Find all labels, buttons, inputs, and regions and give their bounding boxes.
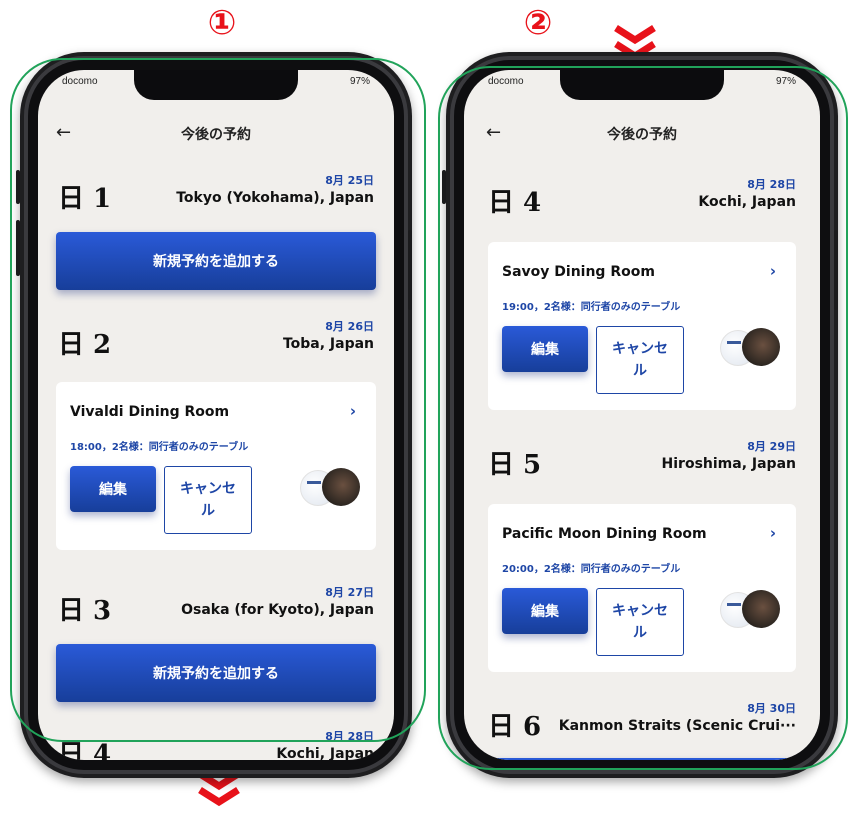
day-place: Kanmon Straits (Scenic Crui··· [558, 718, 796, 734]
screen-2: docomo 97% ← 今後の予約 日 4 8月 28日 Kochi, Jap… [464, 70, 820, 760]
reservation-card[interactable]: Pacific Moon Dining Room › 20:00，2名様：同行者… [488, 504, 796, 672]
cancel-button[interactable]: キャンセル [164, 466, 252, 534]
avatar [742, 328, 780, 366]
chevron-right-icon[interactable]: › [770, 524, 776, 542]
battery-status: 97% [775, 76, 796, 87]
cancel-button[interactable]: キャンセル [596, 588, 684, 656]
edit-button[interactable]: 編集 [502, 588, 588, 634]
day-place: Osaka (for Kyoto), Japan [181, 602, 374, 618]
add-reservation-button[interactable]: 新規予約を追加する [56, 644, 376, 702]
add-reservation-button[interactable]: 新規予約を追加する [56, 232, 376, 290]
edit-button[interactable]: 編集 [502, 326, 588, 372]
day-name: 日 4 [58, 740, 112, 760]
day-place: Kochi, Japan [276, 746, 374, 760]
cancel-button[interactable]: キャンセル [596, 326, 684, 394]
day-date: 8月 28日 [325, 730, 374, 743]
add-reservation-button[interactable] [488, 758, 796, 760]
reservation-card[interactable]: Savoy Dining Room › 19:00，2名様：同行者のみのテーブル… [488, 242, 796, 410]
avatar [742, 590, 780, 628]
reservation-detail: 18:00，2名様：同行者のみのテーブル [70, 442, 249, 453]
restaurant-name: Vivaldi Dining Room [70, 404, 230, 420]
day-name: 日 6 [488, 712, 542, 742]
day-date: 8月 27日 [325, 586, 374, 599]
day-name: 日 2 [58, 330, 112, 360]
day-header: 日 2 8月 26日 Toba, Japan [38, 304, 394, 374]
nav-bar: ← 今後の予約 [38, 114, 394, 154]
edit-button[interactable]: 編集 [70, 466, 156, 512]
restaurant-name: Pacific Moon Dining Room [502, 526, 707, 542]
day-place: Hiroshima, Japan [661, 456, 796, 472]
day-date: 8月 30日 [747, 702, 796, 715]
day-place: Tokyo (Yokohama), Japan [176, 190, 374, 206]
reservation-detail: 19:00，2名様：同行者のみのテーブル [502, 302, 681, 313]
nav-bar: ← 今後の予約 [464, 114, 820, 154]
day-header: 日 3 8月 27日 Osaka (for Kyoto), Japan [38, 570, 394, 640]
screen-1: docomo 97% ← 今後の予約 日 1 8月 25日 Tokyo (Yok… [38, 70, 394, 760]
page-title: 今後の予約 [181, 127, 251, 143]
day-header: 日 5 8月 29日 Hiroshima, Japan [464, 424, 820, 494]
day-name: 日 1 [58, 184, 112, 214]
day-header: 日 1 8月 25日 Tokyo (Yokohama), Japan [38, 158, 394, 228]
day-place: Kochi, Japan [698, 194, 796, 210]
day-header: 日 4 8月 28日 Kochi, Japan [38, 714, 394, 760]
cancel-label: キャンセル [612, 341, 668, 379]
reservation-detail: 20:00，2名様：同行者のみのテーブル [502, 564, 681, 575]
page-title: 今後の予約 [607, 127, 677, 143]
day-header: 日 6 8月 30日 Kanmon Straits (Scenic Crui··… [464, 686, 820, 756]
guest-avatars [720, 590, 780, 628]
cancel-label: キャンセル [612, 603, 668, 641]
battery-status: 97% [349, 76, 370, 87]
day-date: 8月 26日 [325, 320, 374, 333]
day-place: Toba, Japan [282, 336, 374, 352]
day-date: 8月 25日 [325, 174, 374, 187]
carrier-status: docomo [62, 76, 98, 87]
day-date: 8月 28日 [747, 178, 796, 191]
guest-avatars [300, 468, 360, 506]
step-marker-1: ① [207, 3, 237, 43]
guest-avatars [720, 328, 780, 366]
day-header: 日 4 8月 28日 Kochi, Japan [464, 162, 820, 232]
chevron-right-icon[interactable]: › [770, 262, 776, 280]
cancel-label: キャンセル [180, 481, 236, 519]
reservation-card[interactable]: Vivaldi Dining Room › 18:00，2名様：同行者のみのテー… [56, 382, 376, 550]
chevron-right-icon[interactable]: › [350, 402, 356, 420]
day-name: 日 4 [488, 188, 542, 218]
day-name: 日 5 [488, 450, 542, 480]
day-date: 8月 29日 [747, 440, 796, 453]
day-name: 日 3 [58, 596, 112, 626]
avatar [322, 468, 360, 506]
carrier-status: docomo [488, 76, 524, 87]
step-marker-2: ② [523, 3, 553, 43]
restaurant-name: Savoy Dining Room [502, 264, 655, 280]
